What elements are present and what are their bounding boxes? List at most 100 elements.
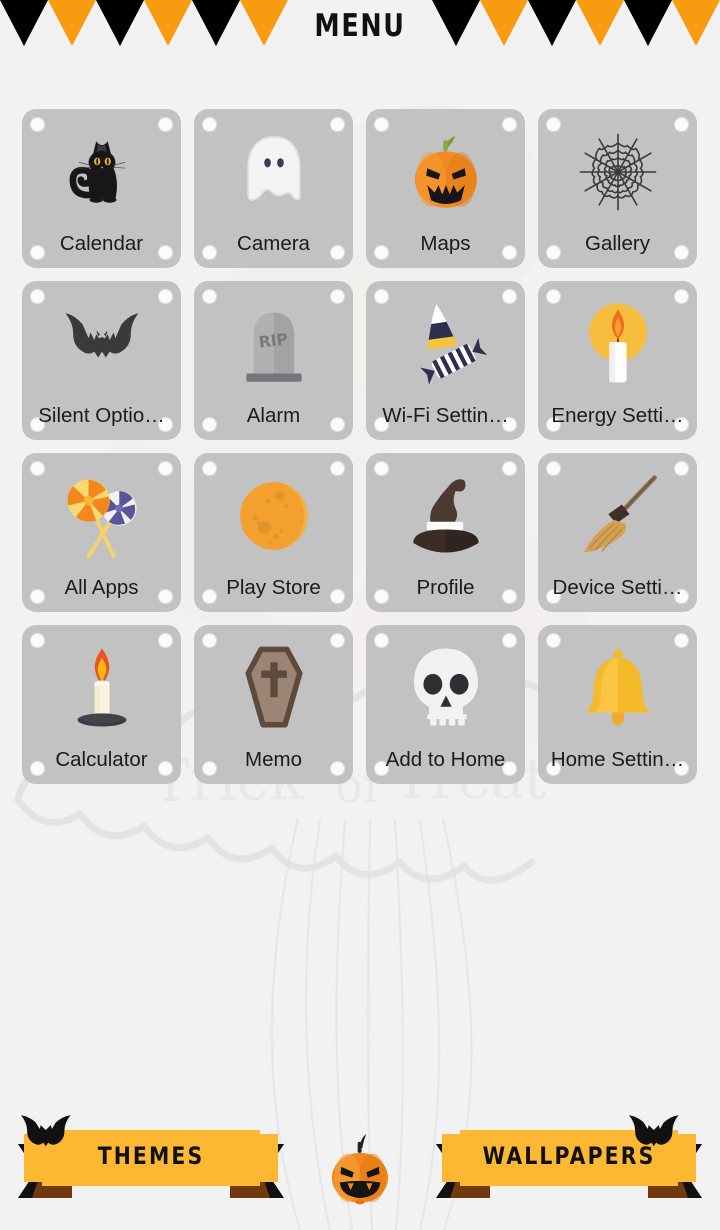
tombstone-icon: RIP [222,297,326,391]
app-tile-label: Wi-Fi Settin… [382,404,509,427]
screw-dot [158,289,173,304]
app-tile-memo[interactable]: Memo [194,625,353,784]
app-tile-maps[interactable]: Maps [366,109,525,268]
app-tile-camera[interactable]: Camera [194,109,353,268]
screw-dot [674,461,689,476]
app-tile-label: Home Settin… [550,748,685,771]
bunting-flag-icon [144,0,192,46]
pumpkin-home-icon[interactable] [321,1130,399,1210]
screw-dot [30,117,45,132]
screw-dot [674,633,689,648]
screw-dot [502,289,517,304]
app-tile-all-apps[interactable]: All Apps [22,453,181,612]
header-bunting-bar: MENU [0,0,720,62]
themes-label: THEMES [97,1142,205,1170]
app-tile-calendar[interactable]: Calendar [22,109,181,268]
screw-dot [674,117,689,132]
app-tile-profile[interactable]: Profile [366,453,525,612]
screw-dot [30,633,45,648]
app-tile-home-settings[interactable]: Home Settin… [538,625,697,784]
screw-dot [374,117,389,132]
bunting-flag-icon [480,0,528,46]
tombstone-text: RIP [257,329,288,351]
screw-dot [374,461,389,476]
candy-icon [394,297,498,391]
ghost-icon [222,125,326,219]
app-tile-label: Maps [420,232,471,255]
lollipops-icon [50,469,154,563]
bunting-flag-icon [48,0,96,46]
bunting-right [432,0,720,46]
app-grid: Calendar Camera Maps Gallery Silent Opti… [22,109,698,784]
screw-dot [202,289,217,304]
app-tile-label: Energy Setti… [551,404,684,427]
halloween-launcher-menu-screen: Trick or Treat MENU [0,0,720,1230]
screw-dot [502,633,517,648]
screw-dot [674,289,689,304]
app-tile-label: Alarm [246,404,301,427]
screw-dot [158,461,173,476]
black-cat-icon [50,125,154,219]
screw-dot [158,117,173,132]
bunting-flag-icon [528,0,576,46]
bunting-flag-icon [576,0,624,46]
app-tile-label: Camera [237,232,310,255]
app-tile-gallery[interactable]: Gallery [538,109,697,268]
app-tile-silent-options[interactable]: Silent Optio… [22,281,181,440]
wallpapers-button[interactable]: WALLPAPERS [428,1112,710,1208]
skull-icon [394,641,498,735]
app-tile-label: Play Store [226,576,321,599]
app-tile-alarm[interactable]: RIP Alarm [194,281,353,440]
screw-dot [202,633,217,648]
bottom-bar: THEMES WALLPAPERS [0,1090,720,1230]
jack-o-lantern-icon [394,125,498,219]
app-tile-play-store[interactable]: Play Store [194,453,353,612]
witch-hat-icon [394,469,498,563]
app-tile-device-settings[interactable]: Device Setti… [538,453,697,612]
screw-dot [374,289,389,304]
spiderweb-icon [566,125,670,219]
screw-dot [202,117,217,132]
bunting-flag-icon [192,0,240,46]
bunting-flag-icon [240,0,288,46]
screw-dot [158,633,173,648]
bat-icon [50,297,154,391]
themes-button[interactable]: THEMES [10,1112,292,1208]
app-tile-add-to-home[interactable]: Add to Home [366,625,525,784]
app-tile-label: Memo [245,748,302,771]
app-tile-label: Device Setti… [552,576,683,599]
screw-dot [502,461,517,476]
app-tile-label: Silent Optio… [38,404,165,427]
app-tile-wifi-settings[interactable]: Wi-Fi Settin… [366,281,525,440]
page-title: MENU [314,8,406,44]
app-tile-label: Gallery [585,232,650,255]
screw-dot [546,289,561,304]
app-tile-label: Add to Home [385,748,506,771]
bunting-flag-icon [432,0,480,46]
app-tile-energy-settings[interactable]: Energy Setti… [538,281,697,440]
broom-icon [566,469,670,563]
screw-dot [330,633,345,648]
bunting-left [0,0,288,46]
bunting-flag-icon [0,0,48,46]
screw-dot [502,117,517,132]
screw-dot [546,633,561,648]
bunting-flag-icon [624,0,672,46]
screw-dot [30,289,45,304]
app-tile-label: All Apps [64,576,139,599]
orange-moon-icon [222,469,326,563]
screw-dot [30,461,45,476]
bunting-flag-icon [672,0,720,46]
screw-dot [330,289,345,304]
app-tile-label: Calendar [59,232,144,255]
candle-holder-icon [50,641,154,735]
app-tile-calculator[interactable]: Calculator [22,625,181,784]
coffin-icon [222,641,326,735]
bell-icon [566,641,670,735]
screw-dot [202,461,217,476]
wallpapers-label: WALLPAPERS [482,1142,656,1170]
screw-dot [546,461,561,476]
screw-dot [330,117,345,132]
screw-dot [546,117,561,132]
bunting-flag-icon [96,0,144,46]
